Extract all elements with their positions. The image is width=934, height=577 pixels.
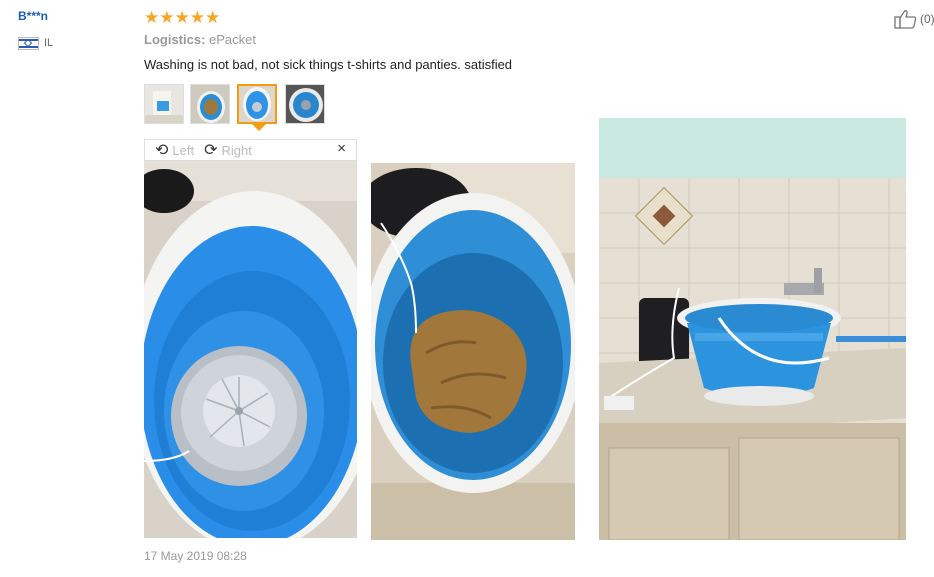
selected-thumbnail-caret	[252, 124, 266, 131]
rotate-left-icon[interactable]: ⟲	[155, 140, 168, 160]
thumbs-up-icon	[894, 10, 917, 29]
photo-thumbnail[interactable]	[190, 84, 230, 124]
photo-thumbnail[interactable]	[285, 84, 325, 124]
photo-thumbnail-selected[interactable]	[237, 84, 277, 124]
review-photo[interactable]	[599, 118, 906, 540]
helpful-button[interactable]: (0)	[894, 9, 934, 29]
review-photo[interactable]	[371, 163, 575, 540]
rotate-right-button[interactable]: Right	[222, 143, 252, 158]
image-viewer-toolbar: ⟲ Left ⟳ Right ×	[144, 139, 357, 161]
review-photo-enlarged	[144, 161, 357, 538]
rotate-right-icon[interactable]: ⟳	[204, 140, 217, 160]
review-date: 17 May 2019 08:28	[144, 549, 247, 563]
review-text: Washing is not bad, not sick things t-sh…	[144, 57, 513, 72]
helpful-count: (0)	[920, 12, 934, 26]
country-code: IL	[44, 37, 54, 49]
rating-stars: ★★★★★	[144, 8, 221, 27]
logistics-value: ePacket	[209, 32, 257, 47]
rotate-left-button[interactable]: Left	[172, 143, 194, 158]
photo-thumbnail[interactable]	[144, 84, 184, 124]
close-icon[interactable]: ×	[337, 140, 346, 157]
logistics-info: Logistics: ePacket	[144, 32, 256, 47]
logistics-label: Logistics:	[144, 32, 206, 47]
israel-flag-icon	[18, 37, 39, 50]
reviewer-name[interactable]: B***n	[18, 9, 48, 23]
